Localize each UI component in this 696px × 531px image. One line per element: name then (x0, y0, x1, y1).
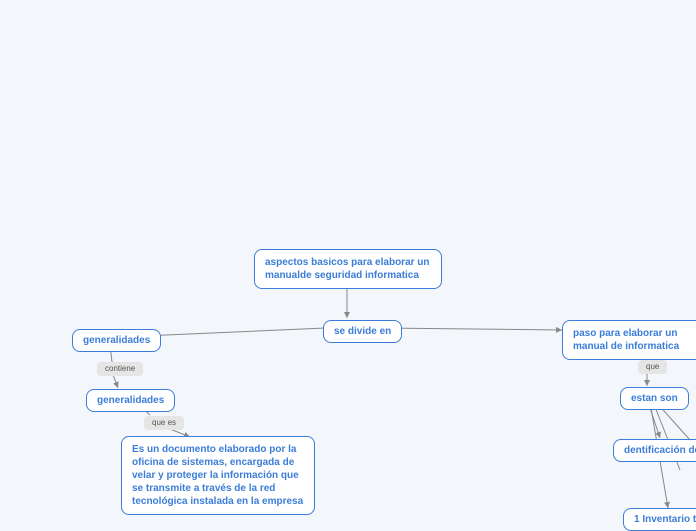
node-root[interactable]: aspectos basicos para elaborar un manual… (254, 249, 442, 289)
node-identificacion[interactable]: dentificación de la (613, 439, 696, 462)
node-descripcion[interactable]: Es un documento elaborado por la oficina… (121, 436, 315, 515)
label-que-es: que es (144, 416, 184, 430)
node-pasos[interactable]: paso para elaborar un manual de informat… (562, 320, 696, 360)
node-generalidades-1[interactable]: generalidades (72, 329, 161, 352)
label-contiene: contiene (97, 362, 143, 376)
label-que: que (638, 360, 667, 374)
node-estan-son[interactable]: estan son (620, 387, 689, 410)
node-se-divide-en[interactable]: se divide en (323, 320, 402, 343)
node-generalidades-2[interactable]: generalidades (86, 389, 175, 412)
